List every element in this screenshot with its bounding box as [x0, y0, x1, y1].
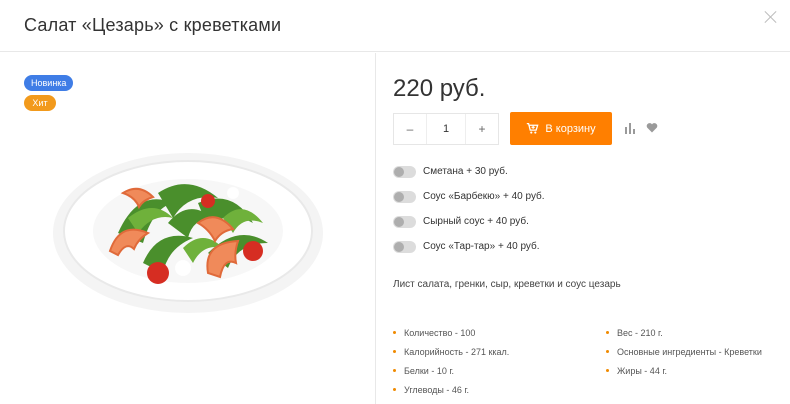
property-text: Белки - 10 г. [404, 365, 455, 376]
property-item: Основные ингредиенты - Креветки [606, 342, 776, 361]
compare-icon[interactable] [624, 123, 636, 134]
bullet-icon [393, 350, 396, 353]
bullet-icon [393, 369, 396, 372]
product-image [53, 153, 323, 313]
property-text: Жиры - 44 г. [617, 365, 668, 376]
quantity-stepper: – 1 + [393, 113, 499, 145]
property-text: Основные ингредиенты - Креветки [617, 346, 762, 357]
quantity-decrease-button[interactable]: – [394, 114, 426, 144]
addon-option: Сырный соус + 40 руб. [393, 209, 545, 234]
heart-icon[interactable] [646, 122, 658, 133]
addon-label: Соус «Барбекю» + 40 руб. [423, 191, 545, 202]
add-to-cart-label: В корзину [545, 122, 596, 135]
product-gallery: Новинка Хит [0, 53, 376, 404]
product-title: Салат «Цезарь» с креветками [24, 15, 282, 35]
addon-label: Сырный соус + 40 руб. [423, 216, 529, 227]
addon-toggle[interactable] [393, 190, 416, 203]
modal-body: Новинка Хит 220 руб. – 1 + В корзину Сме… [0, 53, 790, 404]
property-item: Вес - 210 г. [606, 323, 776, 342]
bullet-icon [606, 331, 609, 334]
bullet-icon [606, 369, 609, 372]
property-item: Количество - 100 [393, 323, 606, 342]
badge-list: Новинка Хит [24, 75, 74, 111]
product-modal: Салат «Цезарь» с креветками Новинка Хит [0, 0, 790, 404]
bullet-icon [393, 388, 396, 391]
property-item: Углеводы - 46 г. [393, 380, 606, 399]
addon-toggle[interactable] [393, 215, 416, 228]
property-text: Количество - 100 [404, 327, 476, 338]
addon-label: Сметана + 30 руб. [423, 166, 508, 177]
product-properties: Количество - 100 Вес - 210 г. Калорийнос… [393, 323, 773, 399]
addon-toggle[interactable] [393, 240, 416, 253]
quantity-value[interactable]: 1 [426, 114, 466, 144]
addon-label: Соус «Тар-тар» + 40 руб. [423, 241, 540, 252]
bullet-icon [393, 331, 396, 334]
bullet-icon [606, 350, 609, 353]
quantity-increase-button[interactable]: + [466, 114, 498, 144]
property-text: Углеводы - 46 г. [404, 384, 470, 395]
property-item: Белки - 10 г. [393, 361, 606, 380]
add-to-cart-button[interactable]: В корзину [510, 112, 612, 145]
product-price: 220 руб. [393, 75, 486, 102]
property-text: Калорийность - 271 ккал. [404, 346, 510, 357]
addon-option: Сметана + 30 руб. [393, 159, 545, 184]
property-text: Вес - 210 г. [617, 327, 663, 338]
property-item: Жиры - 44 г. [606, 361, 776, 380]
addon-toggle[interactable] [393, 165, 416, 178]
badge-new: Новинка [24, 75, 74, 91]
close-icon[interactable] [764, 10, 778, 24]
property-item: Калорийность - 271 ккал. [393, 342, 606, 361]
product-info: 220 руб. – 1 + В корзину Сметана + 30 ру… [376, 53, 790, 404]
badge-hit: Хит [24, 95, 56, 111]
modal-header: Салат «Цезарь» с креветками [0, 0, 790, 52]
addon-option: Соус «Тар-тар» + 40 руб. [393, 234, 545, 259]
cart-icon [527, 122, 539, 134]
addon-option: Соус «Барбекю» + 40 руб. [393, 184, 545, 209]
addon-options: Сметана + 30 руб. Соус «Барбекю» + 40 ру… [393, 159, 545, 259]
product-description: Лист салата, гренки, сыр, креветки и соу… [393, 279, 621, 290]
